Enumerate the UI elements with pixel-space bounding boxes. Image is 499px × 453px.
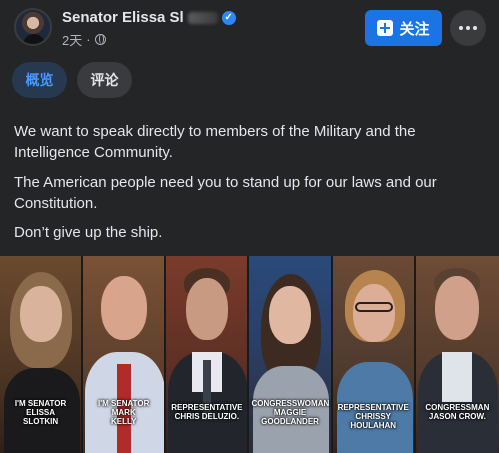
post-paragraph-2: The American people need you to stand up… [14,174,437,212]
facebook-post: Senator Elissa Sl ✓ 2天 · 关注 概览 评论 We wan… [0,0,499,453]
panel-caption-line: CHRIS DELUZIO. [174,412,240,421]
meta-separator: · [86,32,91,47]
author-avatar[interactable] [14,8,52,46]
post-meta: 2天 · [62,30,106,49]
panel-houlahan: REPRESENTATIVE CHRISSY HOULAHAN [332,256,416,453]
verified-badge-icon: ✓ [221,10,236,25]
video-thumbnail-strip[interactable]: I'M SENATOR ELISSA SLOTKIN I'M SENATOR MA… [0,256,499,453]
redacted-name-part [187,11,218,24]
panel-deluzio: REPRESENTATIVE CHRIS DELUZIO. [166,256,250,453]
panel-caption-line: I'M SENATOR MARK [98,399,150,417]
panel-kelly: I'M SENATOR MARK KELLY [83,256,167,453]
more-options-button[interactable] [450,10,486,46]
more-dots-icon [459,26,463,30]
tab-comments[interactable]: 评论 [77,62,132,98]
more-dot [473,26,477,30]
post-time[interactable]: 2天 [62,30,82,49]
panel-caption-line: JASON CROW. [428,412,486,421]
panel-slotkin: I'M SENATOR ELISSA SLOTKIN [0,256,84,453]
panel-caption-line: REPRESENTATIVE [337,403,409,412]
panel-caption-line: CONGRESSWOMAN [251,399,330,408]
follow-label: 关注 [399,20,430,38]
tab-overview[interactable]: 概览 [12,62,67,98]
post-paragraph-3: Don’t give up the ship. [14,224,163,241]
panel-caption-line: CHRISSY HOULAHAN [350,412,397,430]
follow-plus-icon [377,20,394,36]
panel-caption-line: SLOTKIN [23,417,59,426]
panel-caption-line: I'M SENATOR ELISSA [14,399,67,417]
panel-caption-line: CONGRESSMAN [425,403,490,412]
panel-goodlander: CONGRESSWOMAN MAGGIE GOODLANDER [249,256,333,453]
author-name-row: Senator Elissa Sl ✓ [62,9,236,26]
author-name[interactable]: Senator Elissa Sl [62,9,184,26]
panel-caption-line: MAGGIE GOODLANDER [261,408,319,426]
follow-button[interactable]: 关注 [365,10,442,46]
panel-caption-line: KELLY [110,417,137,426]
globe-icon [94,34,106,45]
panel-caption-line: REPRESENTATIVE [171,403,243,412]
panel-crow: CONGRESSMAN JASON CROW. [415,256,499,453]
post-paragraph-1: We want to speak directly to members of … [14,123,416,161]
more-dot [466,26,470,30]
